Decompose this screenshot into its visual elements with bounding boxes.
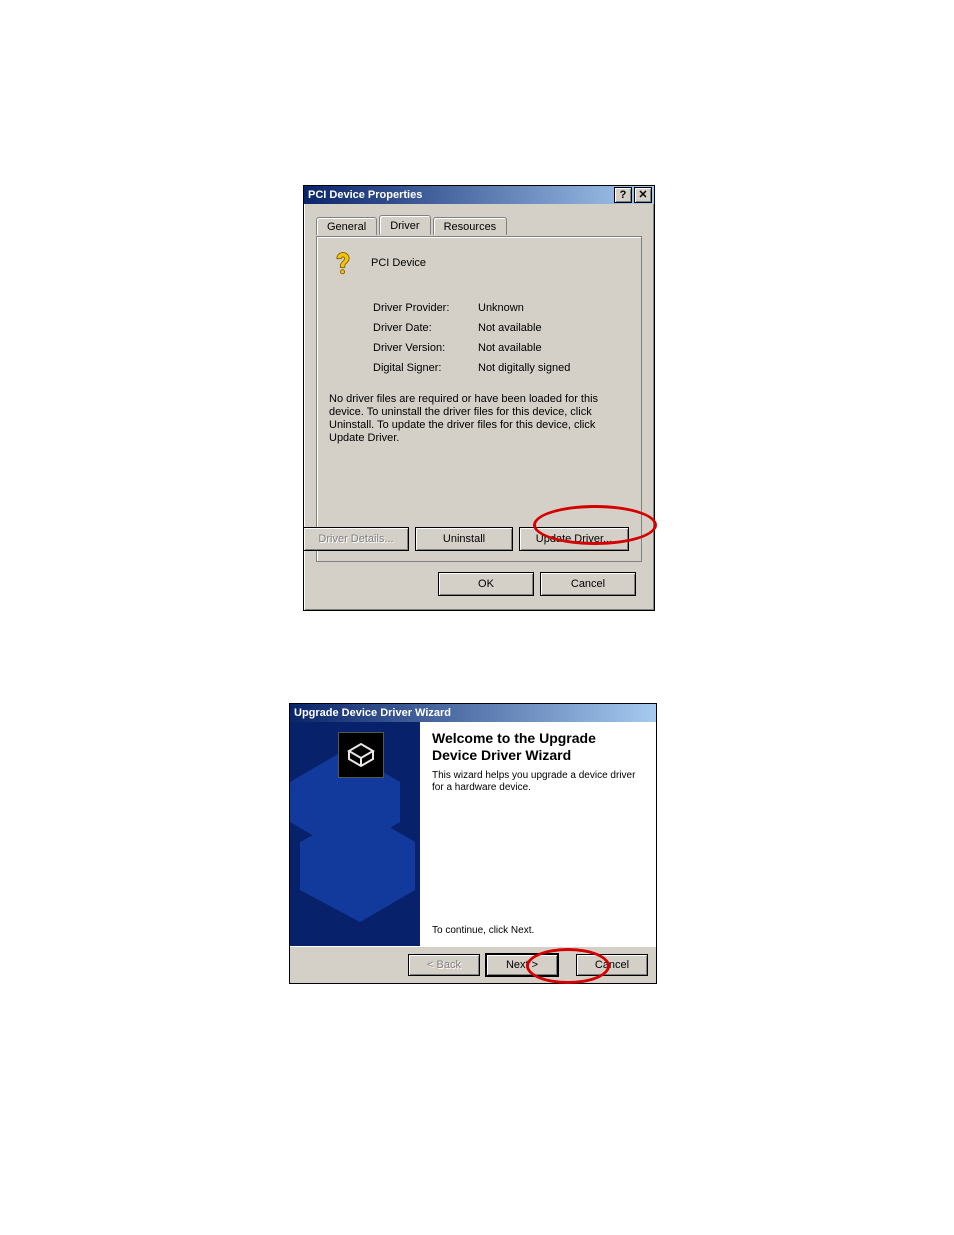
table-row: Digital Signer: Not digitally signed xyxy=(373,359,578,377)
dialog-title: PCI Device Properties xyxy=(306,189,612,201)
device-name: PCI Device xyxy=(371,257,426,269)
help-button[interactable]: ? xyxy=(614,187,632,203)
wizard-main-panel: Welcome to the Upgrade Device Driver Wiz… xyxy=(420,722,656,946)
tab-general[interactable]: General xyxy=(316,217,377,235)
wizard-subtext: This wizard helps you upgrade a device d… xyxy=(432,770,642,794)
table-row: Driver Date: Not available xyxy=(373,319,578,337)
driver-description: No driver files are required or have bee… xyxy=(329,393,629,445)
wizard-heading: Welcome to the Upgrade Device Driver Wiz… xyxy=(432,730,644,764)
tab-resources[interactable]: Resources xyxy=(433,217,508,235)
wizard-dialog: Upgrade Device Driver Wizard xyxy=(289,703,657,984)
driver-provider-value: Unknown xyxy=(478,299,578,317)
driver-version-label: Driver Version: xyxy=(373,339,476,357)
table-row: Driver Provider: Unknown xyxy=(373,299,578,317)
titlebar[interactable]: Upgrade Device Driver Wizard xyxy=(290,704,656,722)
uninstall-button[interactable]: Uninstall xyxy=(415,527,513,551)
update-driver-button[interactable]: Update Driver... xyxy=(519,527,629,551)
tab-driver[interactable]: Driver xyxy=(379,215,430,235)
driver-date-value: Not available xyxy=(478,319,578,337)
properties-dialog: PCI Device Properties ? ✕ General Driver… xyxy=(303,185,655,611)
ok-button[interactable]: OK xyxy=(438,572,534,596)
tab-strip: General Driver Resources xyxy=(316,216,642,236)
digital-signer-label: Digital Signer: xyxy=(373,359,476,377)
cancel-button[interactable]: Cancel xyxy=(540,572,636,596)
dialog-title: Upgrade Device Driver Wizard xyxy=(292,707,654,719)
driver-details-button: Driver Details... xyxy=(303,527,409,551)
titlebar[interactable]: PCI Device Properties ? ✕ xyxy=(304,186,654,204)
wizard-button-bar: < Back Next > Cancel xyxy=(290,946,656,983)
driver-provider-label: Driver Provider: xyxy=(373,299,476,317)
close-button[interactable]: ✕ xyxy=(634,187,652,203)
next-button[interactable]: Next > xyxy=(486,954,558,976)
table-row: Driver Version: Not available xyxy=(373,339,578,357)
wizard-device-icon xyxy=(338,732,384,778)
wizard-side-graphic xyxy=(290,722,420,946)
driver-version-value: Not available xyxy=(478,339,578,357)
digital-signer-value: Not digitally signed xyxy=(478,359,578,377)
driver-date-label: Driver Date: xyxy=(373,319,476,337)
unknown-device-icon xyxy=(329,249,357,277)
driver-info-table: Driver Provider: Unknown Driver Date: No… xyxy=(371,297,580,379)
cancel-button[interactable]: Cancel xyxy=(576,954,648,976)
back-button: < Back xyxy=(408,954,480,976)
tab-panel-driver: PCI Device Driver Provider: Unknown Driv… xyxy=(316,236,642,562)
wizard-continue-text: To continue, click Next. xyxy=(432,925,534,936)
